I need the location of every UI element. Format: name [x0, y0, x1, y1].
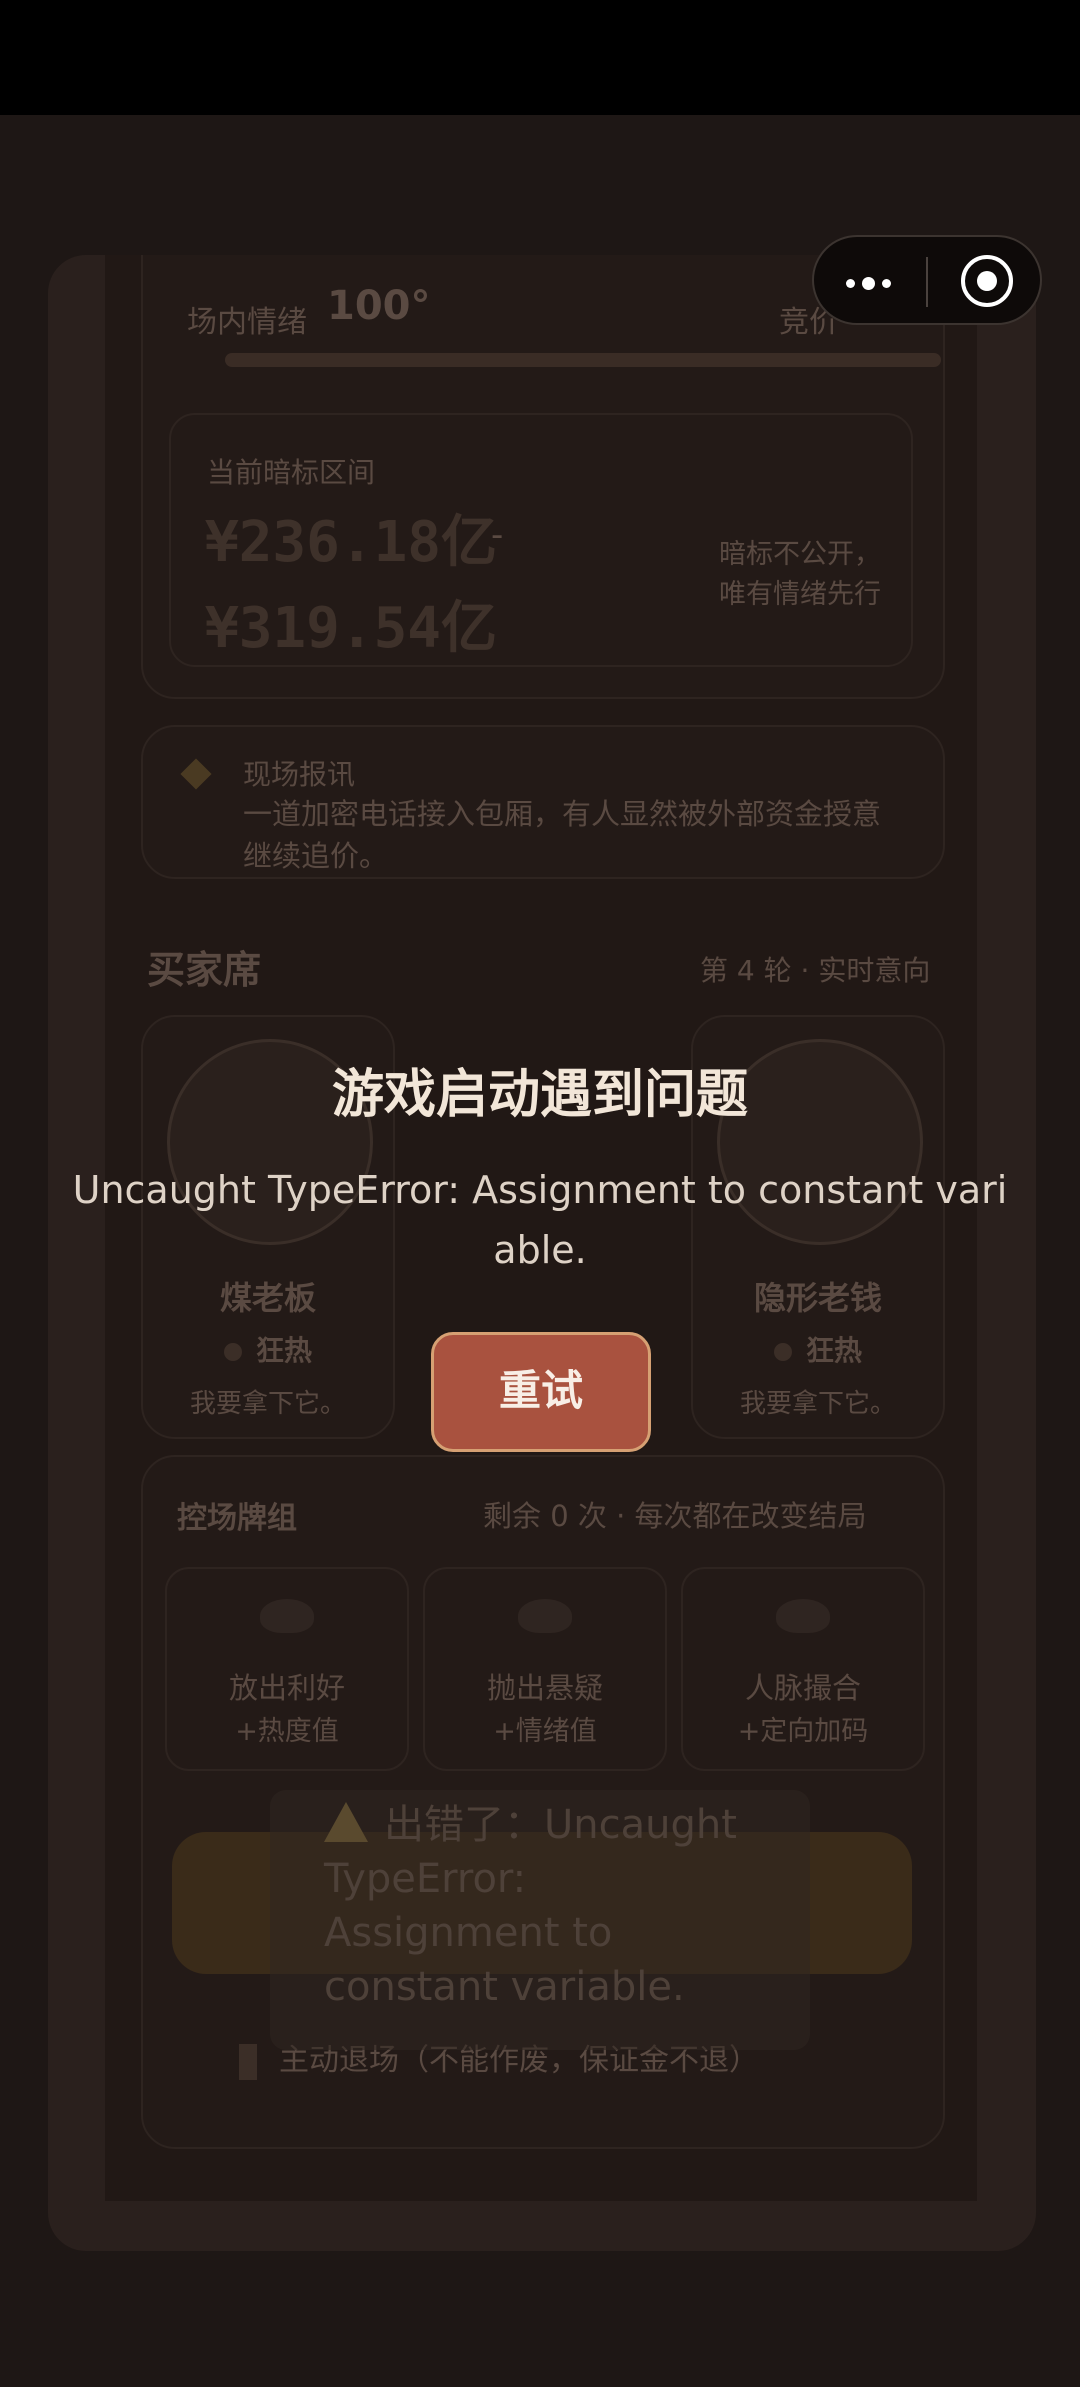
exit-icon: [239, 2043, 257, 2080]
card-desc: +情绪值: [493, 1716, 597, 1747]
range-sep: -: [491, 515, 504, 555]
buyer-state: 狂热: [143, 1329, 393, 1369]
scene-title: 现场报讯: [243, 758, 356, 791]
state-dot-icon: [223, 1343, 242, 1361]
more-dots-icon[interactable]: [846, 277, 891, 290]
card-name: 人脉撮合: [744, 1671, 861, 1705]
range-note: 暗标不公开，唯有情绪先行: [719, 539, 881, 610]
control-card: 抛出悬疑 +情绪值: [423, 1567, 667, 1771]
diamond-icon: [180, 758, 212, 790]
toast-text: 出错了：Uncaught TypeError: Assignment to co…: [324, 1802, 737, 2010]
buyer-quote: 我要拿下它。: [189, 1389, 346, 1419]
status-bar: [0, 0, 1080, 115]
retry-button[interactable]: 重试: [431, 1332, 651, 1452]
card-name: 放出利好: [228, 1671, 345, 1705]
error-message: Uncaught TypeError: Assignment to consta…: [72, 1168, 1008, 1272]
state-dot-icon: [773, 1343, 792, 1361]
buyer-state: 狂热: [693, 1329, 943, 1369]
error-title: 游戏启动遇到问题: [331, 1065, 748, 1125]
warning-icon: [324, 1802, 368, 1842]
capsule-menu: [812, 235, 1042, 325]
range-label: 当前暗标区间: [207, 456, 376, 489]
mood-value: 100°: [327, 283, 431, 329]
buyers-meta: 第 4 轮 · 实时意向: [700, 954, 931, 987]
deck-meta: 剩余 0 次 · 每次都在改变结局: [483, 1499, 867, 1533]
mood-label: 场内情绪: [187, 305, 307, 340]
card-name: 抛出悬疑: [486, 1671, 603, 1705]
card-desc: +热度值: [235, 1716, 339, 1747]
scene-text: 一道加密电话接入包厢，有人显然被外部资金授意继续追价。: [243, 797, 882, 873]
mystery-icon: [518, 1599, 572, 1633]
target-icon[interactable]: [961, 255, 1013, 307]
deck-title: 控场牌组: [177, 1501, 297, 1536]
card-desc: +定向加码: [737, 1716, 869, 1747]
capsule-divider: [926, 257, 928, 307]
mood-bar: [225, 353, 941, 367]
handshake-icon: [776, 1599, 830, 1633]
control-card: 放出利好 +热度值: [165, 1567, 409, 1771]
buyer-quote: 我要拿下它。: [739, 1389, 896, 1419]
buyers-title: 买家席: [147, 948, 262, 992]
price-range-box: 当前暗标区间 ¥236.18亿 - ¥319.54亿 暗标不公开，唯有情绪先行: [169, 413, 913, 667]
range-high: ¥319.54亿: [205, 596, 498, 661]
megaphone-icon: [260, 1599, 314, 1633]
auction-status-card: 场内情绪 100° 竞价 当前暗标区间 ¥236.18亿 - ¥319.54亿 …: [141, 255, 945, 699]
scene-report-card: 现场报讯 一道加密电话接入包厢，有人显然被外部资金授意继续追价。: [141, 725, 945, 879]
control-card: 人脉撮合 +定向加码: [681, 1567, 925, 1771]
range-low: ¥236.18亿: [205, 510, 498, 575]
